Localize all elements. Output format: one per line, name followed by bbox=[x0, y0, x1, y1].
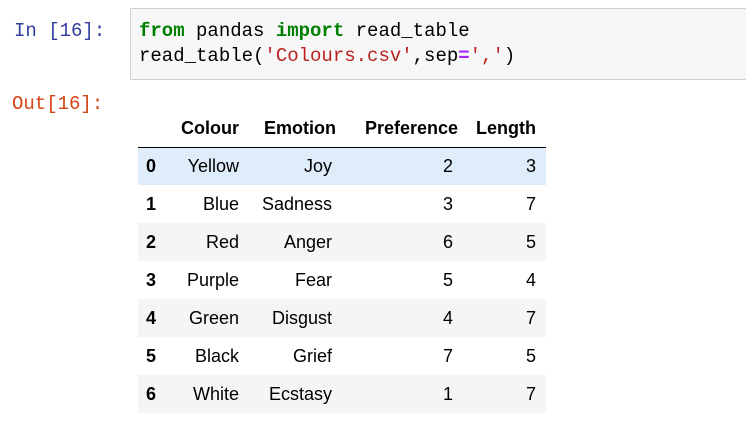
cell-preference: 7 bbox=[442, 345, 453, 366]
column-header-preference: Preference bbox=[336, 110, 458, 148]
row-index: 1 bbox=[146, 193, 157, 214]
cell-preference: 5 bbox=[442, 269, 453, 290]
table-row: 3 Purple Fear 5 4 bbox=[138, 261, 546, 299]
column-header-length: Length bbox=[458, 110, 546, 148]
row-index: 3 bbox=[146, 269, 157, 290]
cell-colour: White bbox=[192, 383, 239, 404]
cell-preference: 1 bbox=[442, 383, 453, 404]
equals-operator: = bbox=[458, 45, 470, 67]
table-header-row: Colour Emotion Preference Length bbox=[138, 110, 546, 148]
sep-argument: ,sep bbox=[412, 45, 459, 67]
column-header-colour: Colour bbox=[176, 110, 239, 148]
function-call: read_table( bbox=[139, 45, 265, 67]
module-name: pandas bbox=[184, 20, 276, 42]
imported-name: read_table bbox=[344, 20, 470, 42]
code-editor[interactable]: from pandas import read_table read_table… bbox=[139, 19, 515, 69]
code-input-cell[interactable]: from pandas import read_table read_table… bbox=[130, 8, 746, 80]
cell-preference: 2 bbox=[442, 155, 453, 176]
table-row: 5 Black Grief 7 5 bbox=[138, 337, 546, 375]
row-index: 4 bbox=[146, 307, 157, 328]
cell-emotion: Ecstasy bbox=[268, 383, 332, 404]
cell-preference: 6 bbox=[442, 231, 453, 252]
table-row: 0 Yellow Joy 2 3 bbox=[138, 147, 546, 185]
column-header-emotion: Emotion bbox=[239, 110, 336, 148]
row-index: 0 bbox=[146, 155, 157, 176]
cell-emotion: Fear bbox=[294, 269, 332, 290]
input-prompt: In [16]: bbox=[14, 20, 106, 42]
cell-length: 7 bbox=[525, 383, 536, 404]
filename-string: 'Colours.csv' bbox=[264, 45, 413, 67]
row-index: 5 bbox=[146, 345, 157, 366]
cell-length: 7 bbox=[525, 193, 536, 214]
cell-colour: Black bbox=[194, 345, 239, 366]
cell-length: 5 bbox=[525, 345, 536, 366]
cell-emotion: Anger bbox=[283, 231, 332, 252]
separator-string: ',' bbox=[469, 45, 504, 67]
cell-colour: Red bbox=[205, 231, 239, 252]
cell-emotion: Grief bbox=[292, 345, 332, 366]
closing-paren: ) bbox=[503, 45, 516, 67]
row-index: 2 bbox=[146, 231, 157, 252]
cell-length: 7 bbox=[525, 307, 536, 328]
cell-preference: 4 bbox=[442, 307, 453, 328]
cell-length: 5 bbox=[525, 231, 536, 252]
cell-preference: 3 bbox=[442, 193, 453, 214]
cell-colour: Purple bbox=[186, 269, 239, 290]
cell-length: 4 bbox=[525, 269, 536, 290]
cell-emotion: Disgust bbox=[271, 307, 332, 328]
cell-colour: Blue bbox=[202, 193, 239, 214]
table-row: 6 White Ecstasy 1 7 bbox=[138, 375, 546, 413]
cell-length: 3 bbox=[525, 155, 536, 176]
dataframe-table: Colour Emotion Preference Length 0 Yello… bbox=[138, 110, 546, 413]
cell-colour: Green bbox=[188, 307, 239, 328]
keyword-from: from bbox=[139, 20, 185, 42]
output-prompt: Out[16]: bbox=[12, 93, 104, 115]
cell-colour: Yellow bbox=[187, 155, 239, 176]
row-index: 6 bbox=[146, 383, 157, 404]
table-row: 1 Blue Sadness 3 7 bbox=[138, 185, 546, 223]
table-row: 2 Red Anger 6 5 bbox=[138, 223, 546, 261]
cell-emotion: Joy bbox=[303, 155, 332, 176]
cell-emotion: Sadness bbox=[261, 193, 332, 214]
table-row: 4 Green Disgust 4 7 bbox=[138, 299, 546, 337]
keyword-import: import bbox=[275, 20, 345, 42]
index-header bbox=[138, 110, 176, 148]
